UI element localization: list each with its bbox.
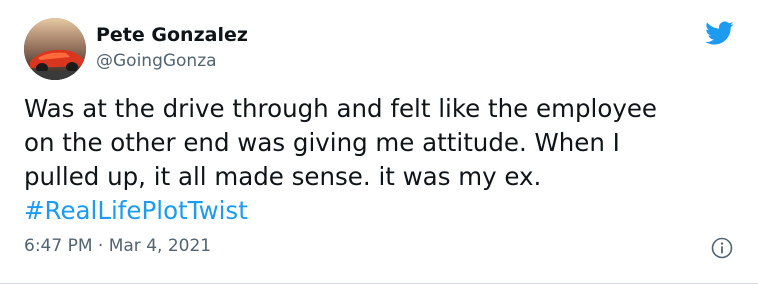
avatar-image [24, 18, 86, 80]
tweet-text-line: Was at the drive through and felt like t… [24, 94, 657, 123]
author-name[interactable]: Pete Gonzalez [96, 23, 248, 47]
avatar[interactable] [24, 18, 86, 80]
tweet-time: 6:47 PM [24, 236, 93, 256]
hashtag-link[interactable]: #RealLifePlotTwist [24, 194, 736, 228]
twitter-bird-icon[interactable] [702, 18, 736, 48]
tweet-card: Pete Gonzalez @GoingGonza Was at the dri… [0, 0, 758, 284]
tweet-text: Was at the drive through and felt like t… [24, 92, 736, 228]
info-icon[interactable] [710, 236, 734, 260]
meta-separator: · [97, 236, 104, 256]
author-handle[interactable]: @GoingGonza [96, 50, 217, 72]
tweet-text-line: pulled up, it all made sense. it was my … [24, 162, 542, 191]
tweet-text-line: on the other end was giving me attitude.… [24, 128, 620, 157]
tweet-date: Mar 4, 2021 [108, 236, 212, 256]
tweet-timestamp[interactable]: 6:47 PM · Mar 4, 2021 [24, 235, 211, 257]
